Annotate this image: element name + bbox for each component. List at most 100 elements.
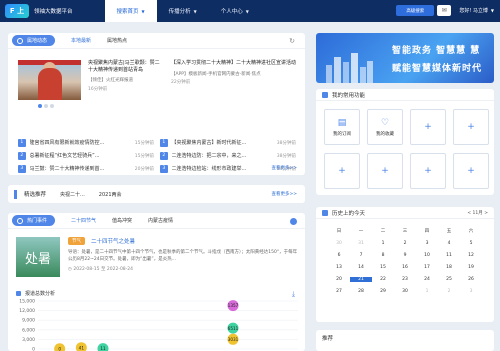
list-item-title[interactable]: 马兰鼓：赞二十大精神传递到首... bbox=[30, 165, 121, 172]
tab-hot-events[interactable]: 热门事件 bbox=[12, 215, 56, 226]
tab-epidemic[interactable]: 内蒙古疫情 bbox=[148, 217, 173, 224]
user-greeting[interactable]: 您好! 马立博 bbox=[459, 7, 488, 14]
calendar-day[interactable]: 2 bbox=[438, 289, 460, 294]
calendar-day[interactable]: 25 bbox=[438, 277, 460, 282]
nav-item-personal[interactable]: 个人中心 ▼ bbox=[209, 0, 261, 22]
calendar-day[interactable]: 31 bbox=[350, 241, 372, 246]
pager-dot[interactable] bbox=[44, 104, 48, 108]
promo-banner[interactable]: 智能政务 智慧慧 慧 赋能智慧媒体新时代 bbox=[316, 33, 494, 83]
tool-add[interactable]: + bbox=[453, 109, 489, 145]
feature-article-2[interactable]: 【深入学习贯彻二十大精神】二十大精神进社区宣讲活动 【APP】模板新闻-手机官网… bbox=[171, 60, 301, 85]
list-item-title[interactable]: 总署新征程“红色文艺轻骑兵”... bbox=[30, 152, 121, 159]
calendar-day[interactable]: 13 bbox=[328, 265, 350, 270]
pager-dot[interactable] bbox=[50, 104, 54, 108]
refresh-icon[interactable]: ↻ bbox=[289, 37, 295, 45]
calendar-day[interactable]: 22 bbox=[372, 277, 394, 282]
weekday-label: 四 bbox=[424, 229, 430, 234]
y-tick-label: 9,000 bbox=[22, 318, 35, 324]
calendar-day[interactable]: 5 bbox=[460, 241, 482, 246]
advanced-search-button[interactable]: 高级搜索 bbox=[396, 5, 435, 16]
tab-local-dynamics[interactable]: 属地动态 bbox=[12, 35, 56, 46]
calendar-day[interactable]: 24 bbox=[416, 277, 438, 282]
download-icon[interactable]: ⤓ bbox=[292, 290, 295, 299]
calendar-day[interactable]: 20 bbox=[328, 277, 350, 282]
tool-add[interactable]: + bbox=[453, 153, 489, 189]
calendar-day[interactable]: 8 bbox=[372, 253, 394, 258]
tool-add[interactable]: + bbox=[367, 153, 403, 189]
date-range-text: 2022-08-15 至 2022-08-24 bbox=[73, 267, 134, 272]
weekday-label: 三 bbox=[402, 229, 408, 234]
image-person-body bbox=[38, 68, 62, 100]
tool-add[interactable]: + bbox=[410, 153, 446, 189]
nav-item-search-home[interactable]: 搜索首页 ▼ bbox=[104, 0, 157, 22]
feature-article[interactable]: 央视聚焦内蒙古|马兰歌颢：赞二十大精神传递到首站青岛 【倾佳】火红光辉报道 16… bbox=[88, 60, 164, 92]
calendar-day[interactable]: 14 bbox=[350, 265, 372, 270]
pager-dot[interactable] bbox=[38, 104, 42, 108]
calendar-day[interactable]: 21 bbox=[350, 276, 372, 282]
calendar-day[interactable]: 1 bbox=[416, 289, 438, 294]
y-tick-label: 3,000 bbox=[22, 337, 35, 343]
event-head: 节气 二十四节气之处暑 bbox=[68, 237, 298, 245]
calendar-day[interactable]: 16 bbox=[394, 265, 416, 270]
tab-solar-terms[interactable]: 二十四节气 bbox=[71, 217, 96, 224]
more-link[interactable]: 查看更多>> bbox=[271, 165, 297, 171]
calendar-day[interactable]: 1 bbox=[372, 241, 394, 246]
tab-local-hot[interactable]: 属地热点 bbox=[107, 37, 127, 44]
calendar-day[interactable]: 3 bbox=[416, 241, 438, 246]
weekday-label: 二 bbox=[380, 229, 386, 234]
tool-favorites[interactable]: ♡ 我的收藏 bbox=[367, 109, 403, 145]
list-item[interactable]: 3 马兰鼓：赞二十大精神传递到首... 20分钟前 3 二连浩特边检站：线形市政… bbox=[18, 162, 302, 175]
calendar-day[interactable]: 18 bbox=[438, 265, 460, 270]
calendar-day[interactable]: 28 bbox=[350, 289, 372, 294]
calendar-grid: 日一二三四五六 30 31 1 2 3 4 5 6 7 8 9 10 11 12 13 14 15 16 17 18 19… bbox=[328, 225, 484, 297]
logo-text: 领袖大数据平台 bbox=[34, 9, 73, 15]
data-label: 6511 bbox=[228, 326, 239, 331]
calendar-day[interactable]: 27 bbox=[328, 289, 350, 294]
calendar-day[interactable]: 30 bbox=[394, 289, 416, 294]
tool-add[interactable]: + bbox=[324, 153, 360, 189]
calendar-day[interactable]: 6 bbox=[328, 253, 350, 258]
logo[interactable]: F 上 领袖大数据平台 bbox=[5, 4, 73, 18]
calendar-day[interactable]: 15 bbox=[372, 265, 394, 270]
event-image[interactable]: 处暑 bbox=[16, 237, 60, 277]
gear-icon[interactable] bbox=[290, 218, 297, 225]
tool-add[interactable]: + bbox=[410, 109, 446, 145]
calendar-day[interactable]: 26 bbox=[460, 277, 482, 282]
calendar-day[interactable]: 11 bbox=[438, 253, 460, 258]
calendar-day[interactable]: 4 bbox=[438, 241, 460, 246]
calendar-day[interactable]: 9 bbox=[394, 253, 416, 258]
list-item-title[interactable]: 二连浩特边防：把二宗中，来之... bbox=[172, 152, 263, 159]
weekday-label: 日 bbox=[336, 229, 342, 234]
feature-title-2[interactable]: 【深入学习贯彻二十大精神】二十大精神进社区宣讲活动 bbox=[171, 60, 301, 67]
feature-image[interactable] bbox=[18, 60, 81, 100]
calendar-day[interactable]: 30 bbox=[328, 241, 350, 246]
event-title[interactable]: 二十四节气之处暑 bbox=[91, 237, 135, 245]
calendar-day[interactable]: 17 bbox=[416, 265, 438, 270]
calendar-day[interactable]: 29 bbox=[372, 289, 394, 294]
message-icon[interactable]: ✉ bbox=[437, 5, 452, 16]
list-item-title[interactable]: 【央视聚焦内蒙古】新时代新征... bbox=[172, 139, 263, 146]
tools-panel: 我的常用功能 ▤ 我的订阅 ♡ 我的收藏 + + + + + + bbox=[316, 89, 494, 195]
calendar-day[interactable]: 2 bbox=[394, 241, 416, 246]
topic-tag[interactable]: 2021两会 bbox=[99, 191, 122, 198]
list-item-title[interactable]: 隆宫省四风有限新就效疫情防控... bbox=[30, 139, 121, 146]
calendar-day[interactable]: 3 bbox=[460, 289, 482, 294]
tool-subscription[interactable]: ▤ 我的订阅 bbox=[324, 109, 360, 145]
nav-item-propagation[interactable]: 传播分析 ▼ bbox=[157, 0, 209, 22]
tab-island-conflict[interactable]: 值岛冲突 bbox=[112, 217, 132, 224]
list-item[interactable]: 1 隆宫省四风有限新就效疫情防控... 15分钟前 1 【央视聚焦内蒙古】新时代… bbox=[18, 136, 302, 149]
calendar-day[interactable]: 7 bbox=[350, 253, 372, 258]
calendar-day[interactable]: 10 bbox=[416, 253, 438, 258]
calendar-row: 6 7 8 9 10 11 12 bbox=[328, 249, 484, 261]
list-item[interactable]: 2 总署新征程“红色文艺轻骑兵”... 15分钟前 2 二连浩特边防：把二宗中，… bbox=[18, 149, 302, 162]
list-item-title[interactable]: 二连浩特边检站：线形市政建举... bbox=[172, 165, 263, 172]
calendar-day[interactable]: 23 bbox=[394, 277, 416, 282]
chevron-down-icon[interactable]: ▼ bbox=[491, 8, 494, 13]
more-link[interactable]: 查看更多>> bbox=[271, 191, 297, 197]
tab-local-latest[interactable]: 本地最新 bbox=[71, 37, 91, 44]
calendar-day[interactable]: 19 bbox=[460, 265, 482, 270]
topic-tag[interactable]: 央视二十... bbox=[60, 191, 85, 198]
feature-title[interactable]: 央视聚焦内蒙古|马兰歌颢：赞二十大精神传递到首站青岛 bbox=[88, 60, 164, 74]
calendar-day[interactable]: 12 bbox=[460, 253, 482, 258]
month-switcher[interactable]: < 11月 > bbox=[467, 210, 488, 216]
